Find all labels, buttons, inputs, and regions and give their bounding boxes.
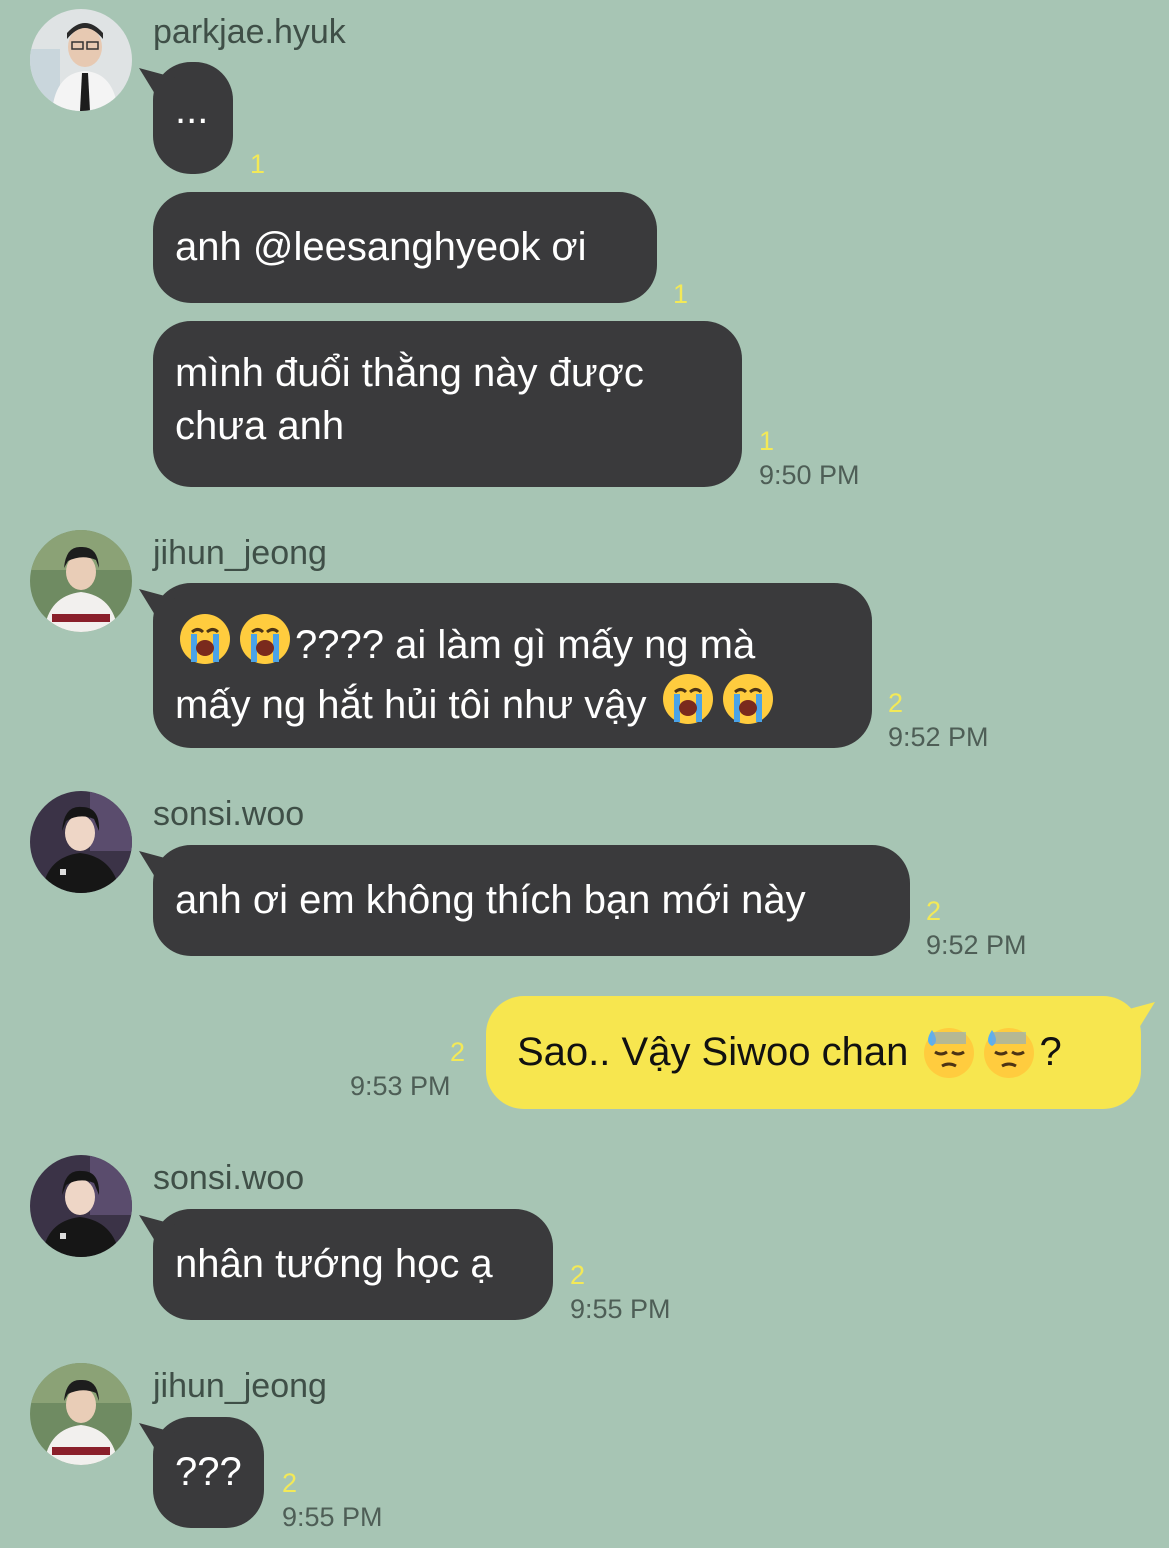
message-bubble[interactable]: anh ơi em không thích bạn mới này	[153, 845, 910, 956]
crying-face-emoji-icon	[178, 612, 232, 666]
unread-count: 1	[673, 279, 689, 309]
avatar-image	[30, 530, 132, 632]
message-text: anh @leesanghyeok ơi	[175, 225, 587, 269]
avatar-image	[30, 9, 132, 111]
message-text: nhân tướng học ạ	[175, 1242, 493, 1286]
avatar-image	[30, 1363, 132, 1465]
sender-name: sonsi.woo	[153, 795, 305, 833]
avatar-image	[30, 1155, 132, 1257]
avatar-image	[30, 791, 132, 893]
message-text: ???	[175, 1450, 242, 1494]
unread-count: 2	[888, 688, 904, 718]
message-text: mấy ng hắt hủi tôi như vậy	[175, 683, 647, 727]
message-time: 9:55 PM	[570, 1294, 671, 1324]
message-bubble[interactable]: ???	[153, 1417, 264, 1528]
message-text: ?	[1039, 1030, 1062, 1074]
unread-count: 2	[926, 896, 942, 926]
message-bubble[interactable]: anh @leesanghyeok ơi	[153, 192, 657, 303]
message-bubble[interactable]: ???? ai làm gì mấy ng mà mấy ng hắt hủi …	[153, 583, 872, 748]
message-time: 9:52 PM	[926, 930, 1027, 960]
message-text: ai làm gì mấy ng mà	[383, 623, 756, 667]
sender-name: jihun_jeong	[153, 1367, 327, 1405]
message-time: 9:55 PM	[282, 1502, 383, 1532]
unread-count: 2	[570, 1260, 586, 1290]
sweat-face-emoji-icon	[922, 1026, 976, 1080]
crying-face-emoji-icon	[238, 612, 292, 666]
message-time: 9:52 PM	[888, 722, 989, 752]
sender-name: jihun_jeong	[153, 534, 327, 572]
message-time: 9:50 PM	[759, 460, 860, 490]
avatar-parkjae-hyuk[interactable]	[30, 9, 132, 111]
sweat-face-emoji-icon	[982, 1026, 1036, 1080]
message-text: ...	[175, 87, 209, 132]
avatar-sonsi-woo[interactable]	[30, 791, 132, 893]
message-text-line: mình đuổi thằng này được	[175, 351, 644, 395]
sender-name: sonsi.woo	[153, 1159, 305, 1197]
message-bubble[interactable]: mình đuổi thằng này được chưa anh	[153, 321, 742, 487]
unread-count: 2	[450, 1037, 466, 1067]
sent-message-bubble[interactable]: Sao.. Vậy Siwoo chan ?	[486, 996, 1141, 1109]
sender-name: parkjae.hyuk	[153, 13, 346, 51]
unread-count: 2	[282, 1468, 298, 1498]
avatar-sonsi-woo[interactable]	[30, 1155, 132, 1257]
message-text-line: ???? ai làm gì mấy ng mà	[175, 612, 850, 672]
message-text-line: mấy ng hắt hủi tôi như vậy	[175, 672, 850, 732]
message-text: anh ơi em không thích bạn mới này	[175, 878, 806, 922]
message-time: 9:53 PM	[350, 1071, 451, 1101]
unread-count: 1	[759, 426, 775, 456]
unread-count: 1	[250, 149, 266, 179]
avatar-jihun-jeong[interactable]	[30, 1363, 132, 1465]
crying-face-emoji-icon	[661, 672, 715, 726]
message-text: ????	[295, 623, 384, 667]
avatar-jihun-jeong[interactable]	[30, 530, 132, 632]
message-text-line: chưa anh	[175, 404, 345, 448]
message-text: Sao.. Vậy Siwoo chan	[517, 1030, 920, 1074]
message-bubble[interactable]: nhân tướng học ạ	[153, 1209, 553, 1320]
message-bubble[interactable]: ...	[153, 62, 233, 174]
crying-face-emoji-icon	[721, 672, 775, 726]
